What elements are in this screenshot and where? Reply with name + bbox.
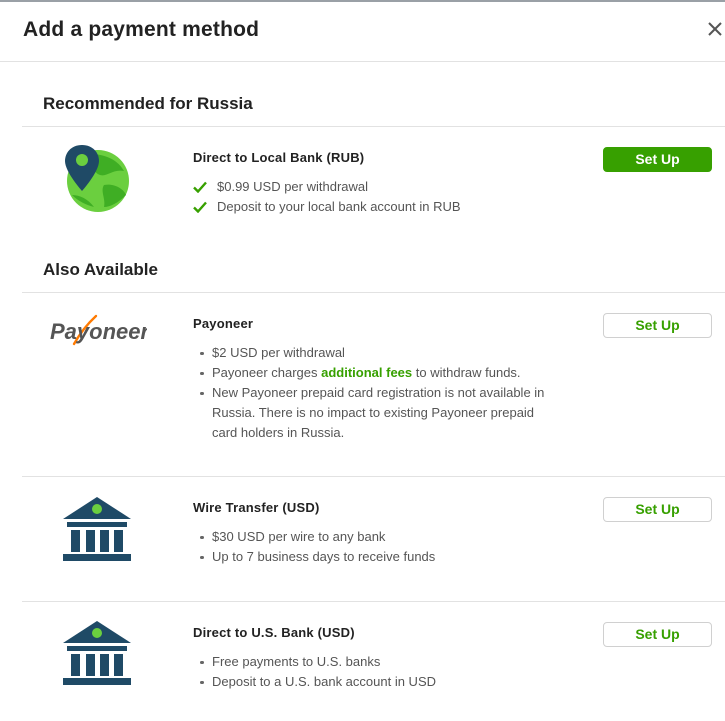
feature-item: $2 USD per withdrawal [193,343,553,363]
feature-text: New Payoneer prepaid card registration i… [212,385,545,440]
section-title-also-available: Also Available [43,260,158,279]
feature-text: $0.99 USD per withdrawal [217,179,369,194]
check-icon [193,201,207,213]
method-name: Payoneer [193,316,254,331]
feature-item: $0.99 USD per withdrawal [193,177,461,197]
bank-icon [63,621,131,685]
feature-list: $30 USD per wire to any bank Up to 7 bus… [193,527,435,567]
method-name: Direct to U.S. Bank (USD) [193,625,355,640]
method-name: Direct to Local Bank (RUB) [193,150,365,165]
feature-item: Payoneer charges additional fees to with… [193,363,553,383]
payoneer-setup-button[interactable]: Set Up [603,313,712,338]
feature-item: $30 USD per wire to any bank [193,527,435,547]
feature-item: Up to 7 business days to receive funds [193,547,435,567]
method-payoneer: Payoneer Payoneer $2 USD per withdrawal … [0,313,725,456]
feature-text: Free payments to U.S. banks [212,654,381,669]
method-us-bank: Direct to U.S. Bank (USD) Free payments … [0,621,725,705]
section-title-recommended: Recommended for Russia [43,94,253,113]
modal-header: Add a payment method [0,2,725,62]
feature-list: $2 USD per withdrawal Payoneer charges a… [193,343,553,443]
close-button[interactable] [702,16,725,42]
bank-icon [63,497,131,561]
feature-text: Deposit to your local bank account in RU… [217,199,461,214]
check-icon [193,181,207,193]
additional-fees-link[interactable]: additional fees [321,365,412,380]
wire-transfer-setup-button[interactable]: Set Up [603,497,712,522]
us-bank-setup-button[interactable]: Set Up [603,622,712,647]
feature-list: Free payments to U.S. banks Deposit to a… [193,652,436,692]
payoneer-logo: Payoneer [50,314,147,346]
divider [22,601,725,602]
divider [22,126,725,127]
method-local-bank: Direct to Local Bank (RUB) $0.99 USD per… [0,145,725,230]
feature-item: Deposit to a U.S. bank account in USD [193,672,436,692]
feature-item: New Payoneer prepaid card registration i… [193,383,553,443]
method-name: Wire Transfer (USD) [193,500,320,515]
feature-text: $30 USD per wire to any bank [212,529,386,544]
method-wire-transfer: Wire Transfer (USD) $30 USD per wire to … [0,497,725,580]
feature-text: Up to 7 business days to receive funds [212,549,436,564]
feature-text: Deposit to a U.S. bank account in USD [212,674,437,689]
feature-text: $2 USD per withdrawal [212,345,345,360]
svg-text:Payoneer: Payoneer [50,319,147,344]
feature-list: $0.99 USD per withdrawal Deposit to your… [193,177,461,217]
globe-location-pin-icon [65,145,129,212]
feature-text: Payoneer charges [212,365,322,380]
feature-item: Free payments to U.S. banks [193,652,436,672]
feature-text: to withdraw funds. [412,365,521,380]
modal-title: Add a payment method [23,18,260,41]
feature-item: Deposit to your local bank account in RU… [193,197,461,217]
divider [22,292,725,293]
close-icon [708,22,722,36]
local-bank-setup-button[interactable]: Set Up [603,147,712,172]
divider [22,476,725,477]
